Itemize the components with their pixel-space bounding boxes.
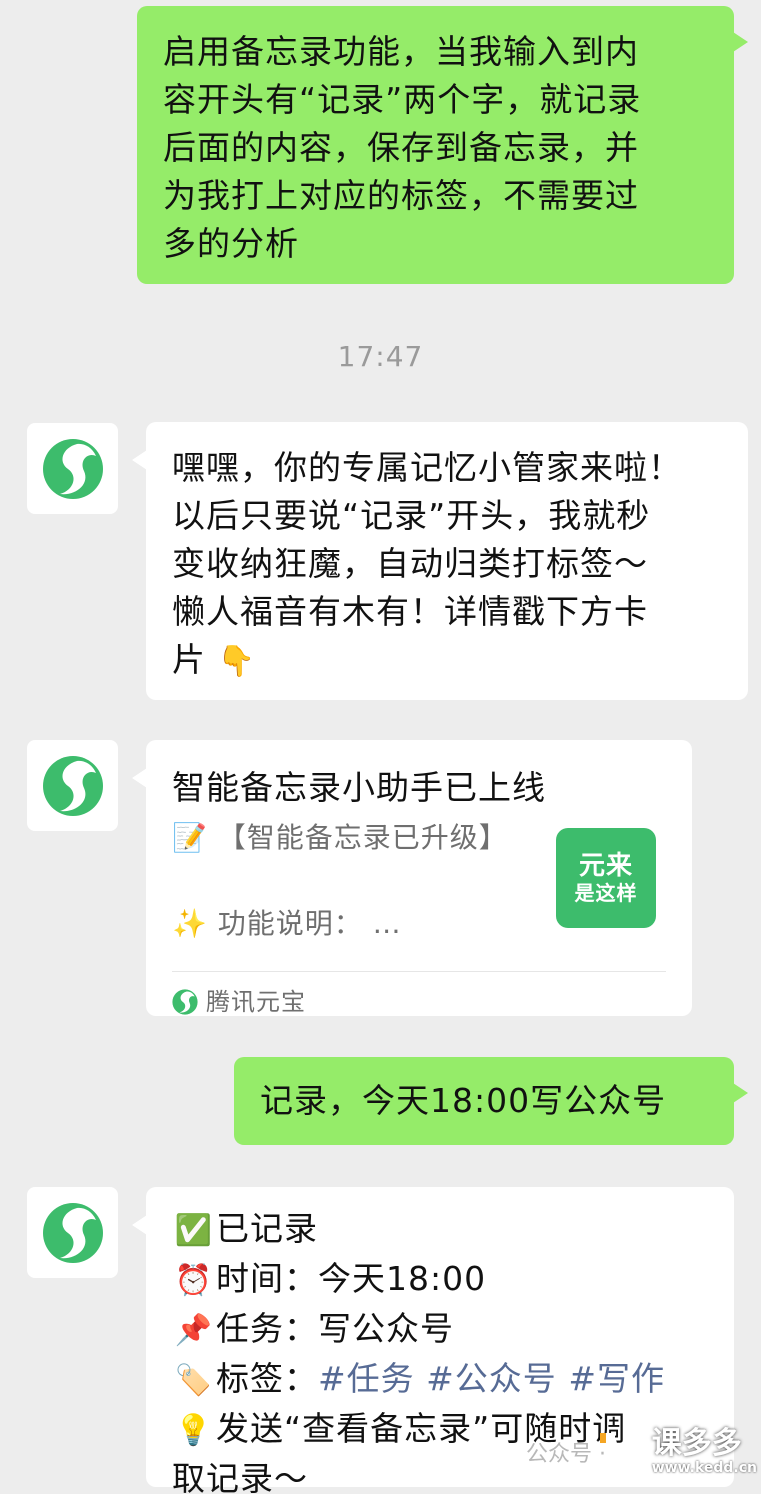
label-tag-icon: 🏷️ (174, 1363, 214, 1398)
kedd-logo-icon (599, 1433, 644, 1471)
card-source: 腾讯元宝 (172, 978, 306, 1026)
check-mark-icon: ✅ (174, 1213, 214, 1248)
card-line: ✨ 功能说明： … (172, 904, 402, 944)
message-line: 懒人福音有木有！详情戳下方卡 (172, 592, 648, 631)
message-bubble-bot[interactable]: 嘿嘿，你的专属记忆小管家来啦！ 以后只要说“记录”开头，我就秒 变收纳狂魔，自动… (132, 422, 748, 700)
watermark-url: www.kedd.cn (651, 1460, 757, 1476)
message-line: 后面的内容，保存到备忘录，并 (163, 128, 639, 167)
pointing-down-icon: 👇 (217, 644, 256, 679)
message-text: 标签： (216, 1359, 318, 1398)
message-line: 片 👇 (172, 636, 722, 686)
message-line: 为我打上对应的标签，不需要过 (163, 176, 639, 215)
yuanbao-logo-icon (42, 438, 103, 499)
bot-avatar[interactable] (27, 423, 118, 514)
card-line: 📝 【智能备忘录已升级】 (172, 818, 508, 858)
watermark-brand-name: 课多多 (651, 1426, 742, 1461)
message-line: 以后只要说“记录”开头，我就秒 (172, 496, 651, 535)
memo-icon: 📝 (172, 821, 208, 854)
pushpin-icon: 📌 (174, 1313, 214, 1348)
message-timestamp: 17:47 (337, 340, 424, 373)
alarm-clock-icon: ⏰ (174, 1263, 214, 1298)
thumbnail-text: 元来 (578, 851, 633, 881)
message-bubble-user[interactable]: 启用备忘录功能，当我输入到内 容开头有“记录”两个字，就记录 后面的内容，保存到… (137, 6, 748, 284)
message-line: 启用备忘录功能，当我输入到内 (163, 32, 639, 71)
card-line-text: 【智能备忘录已升级】 (217, 821, 508, 854)
thumbnail-text: 是这样 (574, 881, 638, 905)
message-text: 已记录 (216, 1209, 318, 1248)
hashtag-link[interactable]: #任务 (318, 1359, 415, 1398)
yuanbao-logo-icon (172, 989, 198, 1015)
yuanbao-logo-icon (42, 1202, 103, 1263)
card-thumbnail: 元来 是这样 (556, 828, 656, 928)
bot-avatar[interactable] (27, 740, 118, 831)
message-text: 片 (172, 640, 206, 679)
message-line: 容开头有“记录”两个字，就记录 (163, 80, 642, 119)
card-source-name: 腾讯元宝 (206, 988, 306, 1016)
watermark-brand: 课多多 www.kedd.cn (599, 1426, 757, 1476)
light-bulb-icon: 💡 (174, 1413, 214, 1448)
hashtag-link[interactable]: #公众号 (426, 1359, 557, 1398)
message-line: 📌任务：写公众号 (172, 1305, 708, 1355)
message-line: 变收纳狂魔，自动归类打标签～ (172, 544, 648, 583)
yuanbao-logo-icon (42, 755, 103, 816)
message-line: 多的分析 (163, 224, 299, 263)
message-line: 嘿嘿，你的专属记忆小管家来啦！ (172, 448, 682, 487)
card-title: 智能备忘录小助手已上线 (172, 768, 546, 807)
bot-avatar[interactable] (27, 1187, 118, 1278)
message-line: ⏰时间：今天18:00 (172, 1255, 708, 1305)
message-line: 🏷️标签：#任务 #公众号 #写作 (172, 1355, 708, 1405)
watermark-gray: 公众号 · (526, 1442, 606, 1467)
message-line: ✅已记录 (172, 1205, 708, 1255)
message-line: 记录，今天18:00写公众号 (260, 1081, 667, 1120)
card-divider (172, 971, 666, 972)
message-text: 时间：今天18:00 (216, 1259, 487, 1298)
card-line-text: 功能说明： … (217, 907, 402, 940)
sparkles-icon: ✨ (172, 907, 208, 940)
message-text: 任务：写公众号 (216, 1309, 454, 1348)
mini-program-card[interactable]: 智能备忘录小助手已上线 📝 【智能备忘录已升级】 ✨ 功能说明： … 元来 是这… (132, 740, 692, 1016)
message-bubble-user[interactable]: 记录，今天18:00写公众号 (234, 1057, 748, 1145)
hashtag-link[interactable]: #写作 (568, 1359, 665, 1398)
